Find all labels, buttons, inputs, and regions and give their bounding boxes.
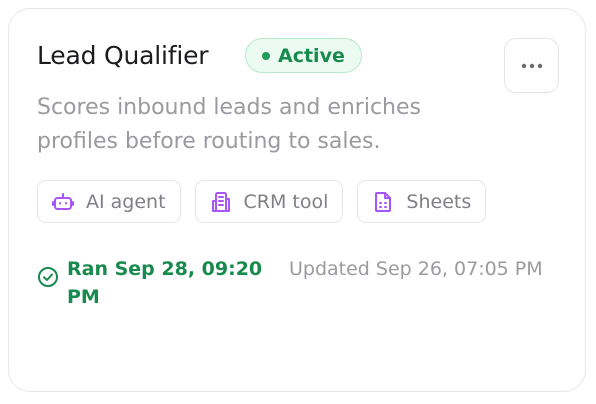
tag-sheets[interactable]: Sheets	[357, 180, 487, 223]
spreadsheet-icon	[372, 191, 394, 213]
status-label: Active	[278, 44, 345, 67]
tag-crm-tool[interactable]: CRM tool	[194, 180, 344, 223]
building-icon	[210, 191, 232, 213]
tag-label: Sheets	[406, 190, 472, 213]
tag-label: AI agent	[86, 190, 166, 213]
status-dot-icon	[262, 51, 270, 60]
last-updated-text: Updated Sep 26, 07:05 PM	[289, 258, 543, 280]
last-run-text: Ran Sep 28, 09:20 PM	[67, 258, 263, 308]
robot-icon	[52, 191, 74, 213]
status-badge: Active	[245, 38, 362, 73]
tag-ai-agent[interactable]: AI agent	[37, 180, 181, 223]
tag-label: CRM tool	[243, 190, 329, 213]
more-options-button[interactable]	[504, 38, 559, 93]
card-description: Scores inbound leads and enriches profil…	[37, 95, 422, 154]
tag-list: AI agent CRM tool Sheets	[37, 180, 487, 223]
card-title: Lead Qualifier	[37, 41, 209, 70]
more-horizontal-icon	[521, 63, 542, 68]
check-circle-icon	[38, 267, 58, 287]
workflow-card[interactable]: Lead Qualifier Active Scores inbound lea…	[8, 8, 586, 392]
last-run-info: Ran Sep 28, 09:20 PM	[37, 255, 267, 311]
